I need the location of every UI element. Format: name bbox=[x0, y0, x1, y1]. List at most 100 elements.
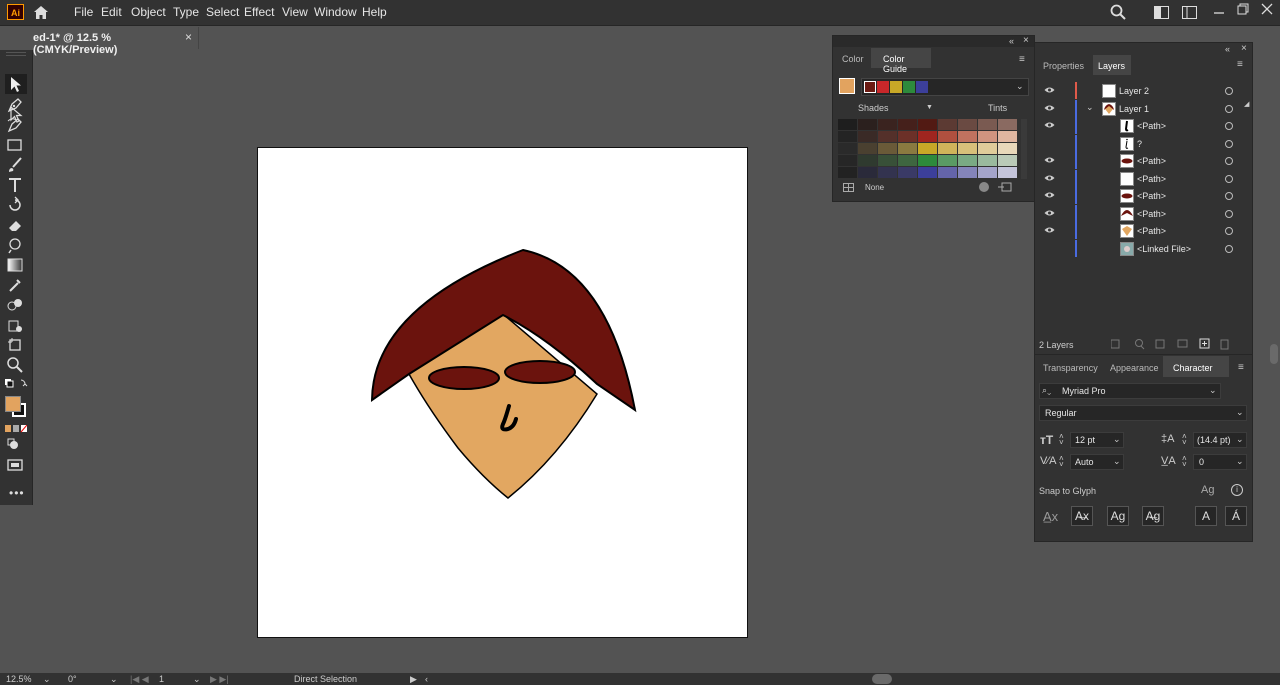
color-grid-cell[interactable] bbox=[918, 155, 937, 166]
color-grid-cell[interactable] bbox=[998, 143, 1017, 154]
color-variations-grid[interactable] bbox=[838, 119, 1018, 179]
vertical-scrollbar[interactable] bbox=[1268, 48, 1280, 672]
menu-window[interactable]: Window bbox=[314, 5, 357, 19]
chevron-down-icon[interactable]: ⌄ bbox=[1209, 385, 1217, 396]
arrange-icon[interactable] bbox=[1182, 6, 1197, 22]
color-grid-cell[interactable] bbox=[838, 119, 857, 130]
harmony-swatch[interactable] bbox=[890, 81, 902, 93]
visibility-eye-icon[interactable] bbox=[1044, 85, 1055, 97]
color-grid-cell[interactable] bbox=[978, 155, 997, 166]
color-grid-cell[interactable] bbox=[998, 155, 1017, 166]
menu-select[interactable]: Select bbox=[206, 5, 239, 19]
swatch-library-icon[interactable] bbox=[843, 183, 854, 195]
layer-row[interactable]: Layer 2 bbox=[1037, 82, 1249, 99]
color-grid-cell[interactable] bbox=[858, 119, 877, 130]
color-grid-cell[interactable] bbox=[958, 131, 977, 142]
color-grid-cell[interactable] bbox=[938, 155, 957, 166]
harmony-swatch[interactable] bbox=[877, 81, 889, 93]
color-grid-cell[interactable] bbox=[998, 131, 1017, 142]
rotate-tool-icon[interactable] bbox=[6, 196, 26, 214]
artboard-number[interactable]: 1 bbox=[159, 674, 164, 684]
font-size-stepper[interactable]: ˄ ˅ bbox=[1059, 433, 1064, 447]
target-circle-icon[interactable] bbox=[1225, 174, 1233, 183]
info-icon[interactable]: i bbox=[1231, 484, 1243, 496]
tab-appearance[interactable]: Appearance bbox=[1110, 363, 1159, 373]
curvature-tool-icon[interactable] bbox=[6, 116, 26, 134]
harmony-rules-dropdown[interactable]: ⌄ bbox=[861, 78, 1029, 96]
color-grid-cell[interactable] bbox=[998, 167, 1017, 178]
paintbrush-tool-icon[interactable] bbox=[6, 156, 26, 174]
target-circle-icon[interactable] bbox=[1225, 139, 1233, 148]
eraser-tool-icon[interactable] bbox=[6, 216, 26, 234]
close-window-icon[interactable] bbox=[1261, 3, 1273, 18]
tab-color-guide[interactable]: Color Guide bbox=[871, 48, 931, 74]
color-grid-cell[interactable] bbox=[918, 119, 937, 130]
screen-mode-icon[interactable] bbox=[6, 456, 26, 474]
sublayer-row[interactable]: ? bbox=[1037, 134, 1249, 152]
snap-baseline-icon[interactable]: A̲x bbox=[1043, 509, 1058, 524]
target-circle-icon[interactable] bbox=[1225, 87, 1233, 95]
tab-layers[interactable]: Layers bbox=[1093, 55, 1131, 75]
tracking-stepper[interactable]: ˄ ˅ bbox=[1182, 455, 1187, 469]
zoom-tool-icon[interactable] bbox=[6, 356, 26, 374]
warp-tool-icon[interactable] bbox=[6, 236, 26, 254]
layer-name[interactable]: Layer 1 bbox=[1119, 104, 1149, 114]
type-tool-icon[interactable] bbox=[6, 176, 26, 194]
zoom-level[interactable]: 12.5% bbox=[6, 674, 32, 684]
color-grid-cell[interactable] bbox=[918, 143, 937, 154]
visibility-eye-icon[interactable] bbox=[1044, 190, 1055, 202]
blend-tool-icon[interactable] bbox=[6, 296, 26, 314]
sublayer-row[interactable]: <Path> bbox=[1037, 187, 1249, 204]
color-none-modes[interactable] bbox=[5, 424, 28, 436]
font-family-field[interactable]: ⌕⌄ Myriad Pro bbox=[1039, 383, 1221, 399]
target-circle-icon[interactable] bbox=[1225, 244, 1233, 253]
expand-chevron-icon[interactable]: ⌄ bbox=[1086, 102, 1094, 113]
search-icon[interactable] bbox=[1110, 4, 1126, 23]
artwork[interactable] bbox=[258, 148, 747, 637]
color-grid-cell[interactable] bbox=[918, 167, 937, 178]
layer-name[interactable]: <Path> bbox=[1137, 174, 1166, 184]
target-circle-icon[interactable] bbox=[1225, 157, 1233, 165]
default-fill-stroke-icon[interactable] bbox=[4, 378, 28, 392]
color-grid-cell[interactable] bbox=[938, 131, 957, 142]
color-grid-cell[interactable] bbox=[878, 143, 897, 154]
harmony-swatch[interactable] bbox=[916, 81, 928, 93]
artboard-dropdown-icon[interactable]: ⌄ bbox=[193, 674, 201, 685]
edit-colors-icon[interactable] bbox=[979, 182, 989, 192]
color-grid-cell[interactable] bbox=[938, 143, 957, 154]
color-grid-cell[interactable] bbox=[998, 119, 1017, 130]
layer-name[interactable]: <Linked File> bbox=[1137, 244, 1191, 254]
leading-stepper[interactable]: ˄ ˅ bbox=[1182, 433, 1187, 447]
color-grid-cell[interactable] bbox=[978, 167, 997, 178]
target-circle-icon[interactable] bbox=[1225, 122, 1233, 130]
menu-object[interactable]: Object bbox=[131, 5, 166, 19]
color-grid-cell[interactable] bbox=[838, 155, 857, 166]
eyedropper-tool-icon[interactable] bbox=[6, 276, 26, 294]
sublayer-row[interactable]: <Path> bbox=[1037, 117, 1249, 134]
menu-effect[interactable]: Effect bbox=[244, 5, 274, 19]
sublayer-row[interactable]: <Path> bbox=[1037, 169, 1249, 187]
tab-transparency[interactable]: Transparency bbox=[1043, 363, 1098, 373]
current-color-swatch[interactable] bbox=[839, 78, 855, 94]
color-grid-cell[interactable] bbox=[898, 119, 917, 130]
color-grid-cell[interactable] bbox=[978, 119, 997, 130]
visibility-eye-icon[interactable] bbox=[1044, 155, 1055, 167]
horizontal-scroll-thumb[interactable] bbox=[872, 674, 892, 684]
color-grid-cell[interactable] bbox=[838, 167, 857, 178]
target-circle-icon[interactable] bbox=[1225, 209, 1233, 218]
panel-menu-icon[interactable]: ≡ bbox=[1238, 362, 1244, 373]
font-size-field[interactable]: 12 pt ⌄ bbox=[1070, 432, 1124, 448]
color-grid-cell[interactable] bbox=[878, 167, 897, 178]
draw-mode-icon[interactable] bbox=[6, 436, 26, 454]
color-grid-cell[interactable] bbox=[918, 131, 937, 142]
color-grid-cell[interactable] bbox=[978, 131, 997, 142]
color-grid-cell[interactable] bbox=[958, 167, 977, 178]
layer-row[interactable]: ⌄ Layer 1 bbox=[1037, 99, 1249, 117]
sublayer-row[interactable]: <Linked File> bbox=[1037, 239, 1249, 257]
layer-name[interactable]: <Path> bbox=[1137, 121, 1166, 131]
font-style-field[interactable]: Regular ⌄ bbox=[1039, 405, 1247, 421]
color-grid-cell[interactable] bbox=[898, 131, 917, 142]
color-grid-cell[interactable] bbox=[958, 155, 977, 166]
panel-menu-icon[interactable]: ≡ bbox=[1019, 54, 1025, 65]
collapse-icon[interactable]: « bbox=[1225, 44, 1230, 54]
